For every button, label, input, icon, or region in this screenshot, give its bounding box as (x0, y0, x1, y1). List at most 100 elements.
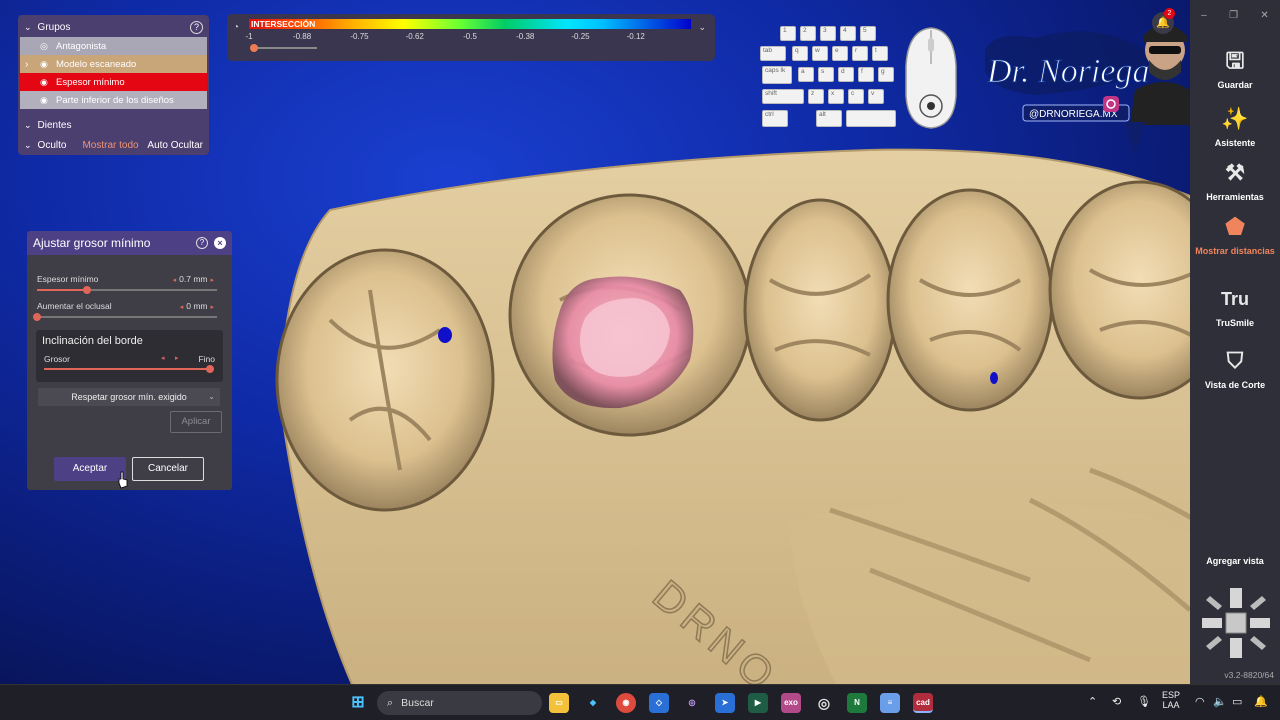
windows-start-icon[interactable]: ⊞ (348, 693, 368, 713)
add-view-button[interactable]: Agregar vista (1190, 556, 1280, 566)
decrement-icon[interactable]: ◂ (180, 304, 184, 311)
tick-label: -0.75 (350, 32, 369, 41)
slider-track[interactable] (33, 313, 217, 321)
key: v (868, 89, 884, 104)
tick-label: -0.88 (292, 32, 312, 41)
mouse-icon (905, 27, 957, 129)
tray-app-icon[interactable]: ⟲ (1112, 695, 1121, 708)
value-text: 0 mm (186, 301, 208, 311)
chrome-icon[interactable]: ◉ (616, 693, 636, 713)
slider-fill (37, 289, 88, 291)
slider-handle[interactable] (83, 286, 92, 294)
cancel-button[interactable]: Cancelar (132, 457, 204, 481)
gauge-icon[interactable]: ◔ (233, 22, 239, 33)
group-item-scanned-model[interactable]: › ◉ Modelo escaneado (20, 55, 207, 73)
notification-icon[interactable]: 🔔 (1254, 695, 1268, 708)
eye-hidden-icon[interactable]: ◎ (40, 41, 48, 52)
min-thickness-slider[interactable]: Espesor mínimo ◂ 0.7 mm ▸ (37, 274, 217, 298)
store-icon[interactable]: ◆ (583, 693, 603, 713)
save-button[interactable]: 🖫 Guardar (1190, 46, 1280, 90)
group-item-antagonist[interactable]: ◎ Antagonista (20, 37, 207, 55)
decrement-icon[interactable]: ◂ (161, 354, 165, 362)
auto-hide-button[interactable]: Auto Ocultar (147, 140, 203, 151)
scale-slider[interactable] (250, 44, 317, 52)
help-icon[interactable]: ? (196, 237, 208, 249)
apply-button[interactable]: Aplicar (170, 411, 222, 433)
minimize-icon[interactable]: – (1201, 10, 1207, 21)
key: 3 (820, 26, 836, 41)
eye-icon[interactable]: ◉ (40, 59, 48, 70)
restore-icon[interactable]: ❐ (1229, 10, 1238, 21)
lang-bottom: LAA (1162, 700, 1180, 710)
increment-icon[interactable]: ▸ (210, 304, 214, 311)
group-item-design-bottom[interactable]: ◉ Parte inferior de los diseños (20, 91, 207, 109)
volume-icon[interactable]: 🔈 (1213, 695, 1227, 708)
group-item-label: Antagonista (56, 40, 107, 52)
eye-icon[interactable]: ◉ (40, 77, 48, 88)
dental-model[interactable]: DRNO (270, 140, 1190, 684)
groups-title: Grupos (37, 21, 71, 33)
slider-handle[interactable] (250, 44, 258, 52)
taskbar-search[interactable]: ⌕ Buscar (377, 691, 542, 715)
key: c (848, 89, 864, 104)
edge-section: Inclinación del borde Grosor ◂ ▸ Fino (36, 330, 223, 382)
increment-icon[interactable]: ▸ (175, 354, 179, 362)
chevron-down-icon[interactable]: ⌄ (698, 22, 706, 33)
app-icon[interactable]: ◎ (682, 693, 702, 713)
app-icon[interactable]: N (847, 693, 867, 713)
app-icon[interactable]: ➤ (715, 693, 735, 713)
group-item-min-thickness[interactable]: ◉ Espesor mínimo (20, 73, 207, 91)
occlusal-slider[interactable]: Aumentar el oclusal ◂ 0 mm ▸ (33, 301, 217, 325)
groups-header[interactable]: ⌄ Grupos ? (18, 17, 209, 37)
distance-icon: ⬟ (1225, 214, 1245, 239)
language-indicator[interactable]: ESP LAA (1162, 690, 1180, 710)
tools-button[interactable]: ⚒ Herramientas (1190, 158, 1280, 202)
teeth-label: Dientes (37, 119, 72, 131)
cad-app-icon[interactable]: cad (913, 693, 933, 713)
occlusal-value: ◂ 0 mm ▸ (177, 301, 217, 311)
tick-label: -0.5 (463, 32, 477, 41)
show-all-button[interactable]: Mostrar todo (82, 140, 138, 151)
app-icon[interactable]: ▶ (748, 693, 768, 713)
close-icon[interactable]: × (214, 237, 226, 249)
wizard-label: Asistente (1214, 138, 1256, 148)
key: e (832, 46, 848, 61)
notepad-icon[interactable]: ≡ (880, 693, 900, 713)
battery-icon[interactable]: ▭ (1232, 695, 1242, 708)
keyboard-overlay: 1 2 3 4 5 tab q w e r t caps lk a s d f … (760, 26, 900, 130)
accept-button[interactable]: Aceptar (54, 457, 126, 481)
logo-name: Dr. Noriega (986, 53, 1149, 90)
key: z (808, 89, 824, 104)
slider-track[interactable] (37, 286, 217, 294)
teeth-section[interactable]: ⌄ Dientes (18, 115, 209, 135)
trusmile-button[interactable]: Tru TruSmile (1190, 284, 1280, 328)
app-icon[interactable]: ◇ (649, 693, 669, 713)
microphone-icon[interactable]: 🎙 (1137, 695, 1151, 708)
slider-handle[interactable] (33, 313, 41, 321)
file-explorer-icon[interactable]: ▭ (549, 693, 569, 713)
increment-icon[interactable]: ▸ (210, 277, 214, 284)
decrement-icon[interactable]: ◂ (173, 277, 177, 284)
app-icon[interactable]: ◎ (814, 693, 834, 713)
wizard-button[interactable]: ✨ Asistente (1190, 104, 1280, 148)
exo-app-icon[interactable]: exo (781, 693, 801, 713)
chevron-up-icon[interactable]: ⌃ (1088, 695, 1097, 708)
slider-handle[interactable] (206, 365, 214, 373)
select-value: Respetar grosor mín. exigido (71, 392, 187, 402)
key: r (852, 46, 868, 61)
show-distances-label: Mostrar distancias (1195, 246, 1275, 256)
navigation-cube[interactable] (1200, 586, 1272, 660)
windows-taskbar: ⊞ ⌕ Buscar ▭ ◆ ◉ ◇ ◎ ➤ ▶ exo ◎ N ≡ cad ⌃… (0, 684, 1280, 720)
thickness-mode-select[interactable]: Respetar grosor mín. exigido ⌄ (38, 388, 220, 406)
eye-icon[interactable]: ◉ (40, 95, 48, 106)
chevron-right-icon[interactable]: › (25, 59, 28, 70)
edge-slider[interactable] (44, 365, 214, 373)
intersection-spot (990, 372, 998, 384)
wifi-icon[interactable]: ◠ (1195, 695, 1205, 708)
dialog-title-bar: Ajustar grosor mínimo ? × (27, 231, 232, 255)
chevron-down-icon[interactable]: ⌄ (24, 140, 32, 151)
show-distances-button[interactable]: ⬟ Mostrar distancias (1190, 212, 1280, 256)
section-view-button[interactable]: ⛉ Vista de Corte (1190, 346, 1280, 390)
help-icon[interactable]: ? (190, 20, 203, 34)
close-icon[interactable]: ✕ (1260, 10, 1268, 21)
